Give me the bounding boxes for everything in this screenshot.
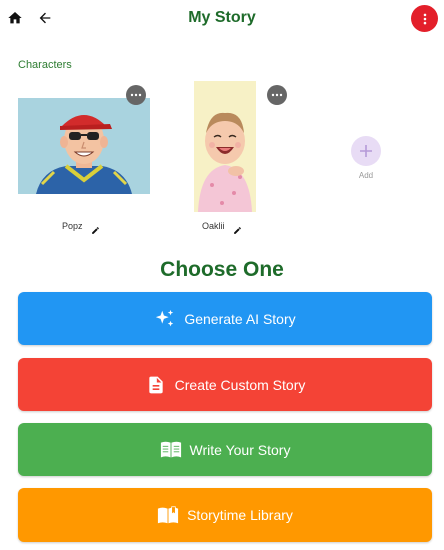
write-your-story-label: Write Your Story xyxy=(189,441,291,458)
sparkles-icon xyxy=(154,308,176,330)
character-avatar-popz[interactable] xyxy=(18,98,150,194)
storytime-library-label: Storytime Library xyxy=(187,507,293,523)
character-options-button-oaklii[interactable] xyxy=(267,85,287,105)
pencil-icon[interactable] xyxy=(233,222,242,234)
write-your-story-button[interactable]: Write Your Story xyxy=(18,423,432,476)
library-book-icon xyxy=(157,504,179,526)
generate-ai-story-label: Generate AI Story xyxy=(184,310,296,327)
top-app-bar: My Story xyxy=(0,0,444,36)
plus-icon xyxy=(360,145,372,157)
character-name-popz: Popz xyxy=(62,221,83,231)
character-options-button-popz[interactable] xyxy=(126,85,146,105)
storytime-library-button[interactable]: Storytime Library xyxy=(18,488,432,542)
add-character-button[interactable] xyxy=(351,136,381,166)
open-book-icon xyxy=(160,439,182,461)
character-avatar-oaklii[interactable] xyxy=(194,81,256,212)
add-character-label: Add xyxy=(358,171,374,180)
generate-ai-story-button[interactable]: Generate AI Story xyxy=(18,292,432,345)
character-name-oaklii: Oaklii xyxy=(202,221,225,231)
choose-one-heading: Choose One xyxy=(160,258,284,281)
pencil-icon[interactable] xyxy=(91,222,100,234)
document-icon xyxy=(145,374,167,396)
page-title: My Story xyxy=(188,9,256,26)
create-custom-story-label: Create Custom Story xyxy=(174,376,306,393)
characters-section-label: Characters xyxy=(18,59,72,71)
create-custom-story-button[interactable]: Create Custom Story xyxy=(18,358,432,411)
more-vert-icon[interactable] xyxy=(411,5,438,32)
